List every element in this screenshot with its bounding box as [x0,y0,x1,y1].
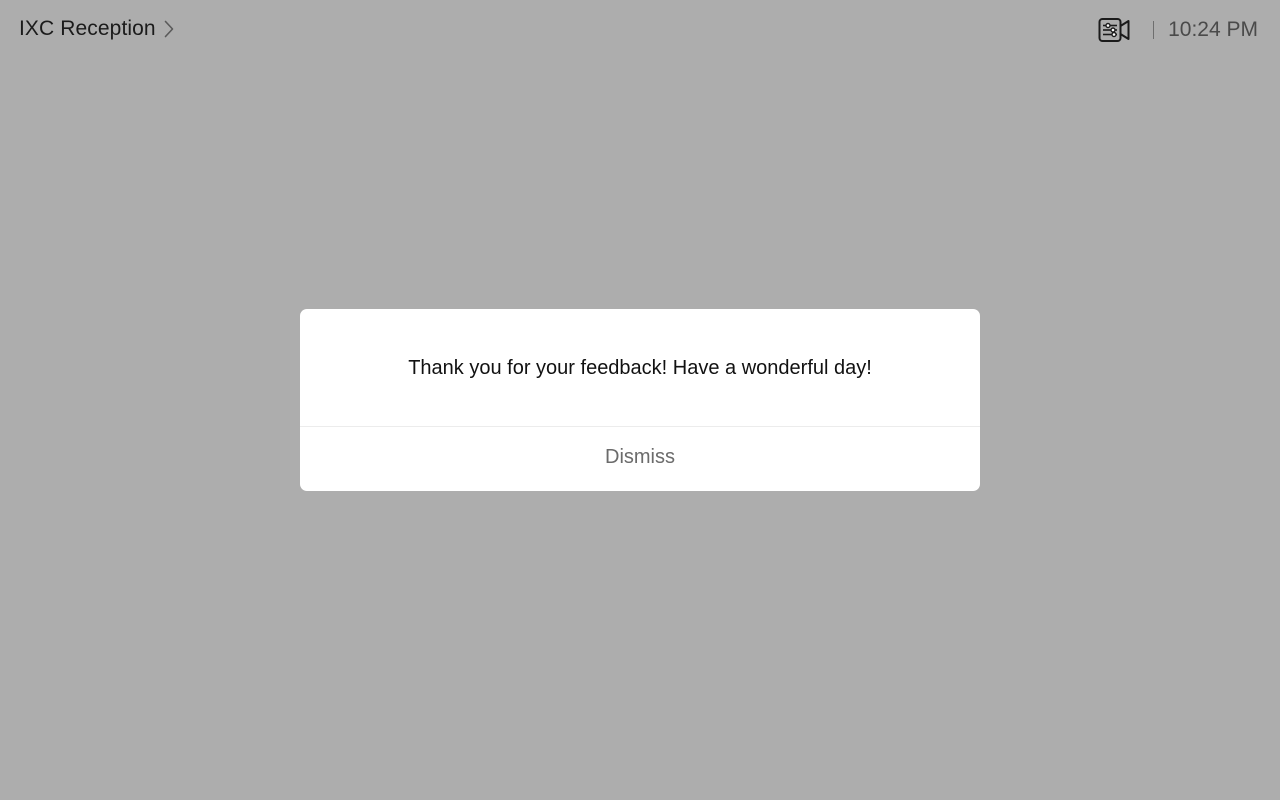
dialog-message: Thank you for your feedback! Have a wond… [408,357,872,379]
room-name-button[interactable]: IXC Reception [19,14,175,44]
feedback-dialog: Thank you for your feedback! Have a wond… [300,309,980,491]
chevron-right-icon [163,19,175,39]
camera-settings-icon [1098,17,1130,43]
top-bar: IXC Reception 10:24 PM [0,0,1280,60]
camera-settings-button[interactable] [1097,16,1131,44]
clock-time: 10:24 PM [1168,18,1258,41]
status-divider [1153,21,1155,39]
status-area: 10:24 PM [1097,14,1258,46]
room-name: IXC Reception [19,17,156,40]
dismiss-button[interactable]: Dismiss [300,427,980,491]
